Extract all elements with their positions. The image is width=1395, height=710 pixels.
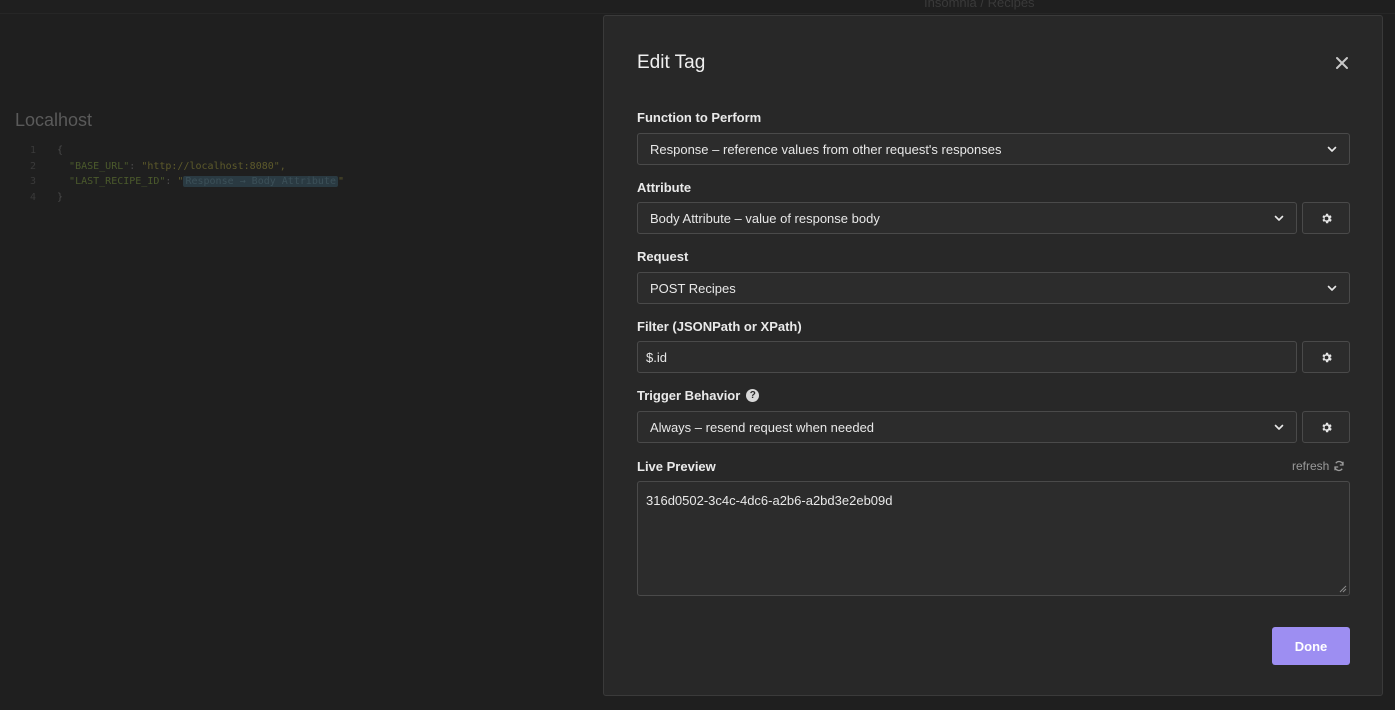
json-value: "http://localhost:8080", — [141, 160, 286, 172]
function-label-text: Function to Perform — [637, 110, 762, 125]
gear-icon — [1321, 352, 1332, 362]
editor-line: 4 } — [30, 190, 344, 206]
edit-tag-modal: Edit Tag Function to Perform Response – … — [603, 15, 1383, 696]
code-text: } — [57, 191, 64, 203]
template-tag[interactable]: Response → Body Attribute — [183, 176, 338, 187]
request-select-value: POST Recipes — [650, 280, 736, 296]
preview-value: 316d0502-3c4c-4dc6-a2b6-a2bd3e2eb09d — [646, 493, 893, 508]
attribute-select-value: Body Attribute – value of response body — [650, 210, 880, 226]
preview-label-text: Live Preview — [637, 459, 716, 474]
line-number: 4 — [30, 191, 37, 203]
editor-line: 3 "LAST_RECIPE_ID": " Response → Body Att… — [30, 174, 344, 190]
editor-line: 1 { — [30, 143, 344, 159]
chevron-down-icon — [1327, 285, 1337, 291]
filter-label: Filter (JSONPath or XPath) — [637, 319, 802, 334]
attribute-label-text: Attribute — [637, 180, 692, 195]
json-key: "LAST_RECIPE_ID" — [69, 176, 166, 187]
editor-line: 2 "BASE_URL": "http://localhost:8080", — [30, 159, 344, 175]
chevron-down-icon — [1274, 215, 1284, 221]
trigger-behavior-label: Trigger Behavior ? — [637, 388, 760, 403]
filter-settings-button[interactable] — [1302, 341, 1350, 373]
line-number: 1 — [30, 145, 37, 156]
refresh-label: refresh — [1292, 459, 1330, 473]
environment-title: Localhost — [15, 110, 93, 130]
gear-icon — [1321, 422, 1332, 432]
attribute-label: Attribute — [637, 180, 691, 195]
close-button[interactable] — [1331, 52, 1353, 74]
environment-json-editor[interactable]: 1 { 2 "BASE_URL": "http://localhost:8080… — [30, 143, 344, 205]
trigger-label-text: Trigger Behavior — [637, 388, 741, 403]
gear-icon — [1321, 213, 1332, 223]
help-icon[interactable]: ? — [746, 389, 760, 402]
attribute-settings-button[interactable] — [1302, 202, 1350, 234]
resize-grip-icon[interactable] — [1339, 585, 1347, 593]
function-select-value: Response – reference values from other r… — [650, 141, 1002, 157]
top-bar — [0, 0, 1395, 14]
breadcrumb: Insomnia / Recipes — [924, 0, 1035, 10]
modal-title: Edit Tag — [637, 52, 706, 73]
json-key: "BASE_URL" — [69, 160, 130, 172]
close-icon — [1336, 57, 1348, 69]
request-select[interactable]: POST Recipes — [637, 272, 1350, 304]
request-label: Request — [637, 249, 688, 264]
live-preview-textarea[interactable]: 316d0502-3c4c-4dc6-a2b6-a2bd3e2eb09d — [637, 481, 1350, 596]
chevron-down-icon — [1327, 146, 1337, 152]
attribute-select[interactable]: Body Attribute – value of response body — [637, 202, 1297, 234]
live-preview-label: Live Preview — [637, 459, 716, 474]
request-label-text: Request — [637, 249, 689, 264]
filter-input[interactable]: $.id — [637, 341, 1297, 373]
code-text: { — [57, 145, 64, 156]
refresh-icon — [1334, 460, 1345, 472]
chevron-down-icon — [1274, 424, 1284, 430]
line-number: 3 — [30, 176, 37, 187]
line-number: 2 — [30, 160, 37, 172]
done-button[interactable]: Done — [1272, 627, 1350, 665]
trigger-select-value: Always – resend request when needed — [650, 419, 875, 435]
function-select[interactable]: Response – reference values from other r… — [637, 133, 1350, 165]
trigger-behavior-select[interactable]: Always – resend request when needed — [637, 411, 1297, 443]
refresh-button[interactable]: refresh — [1292, 459, 1345, 473]
filter-label-text: Filter (JSONPath or XPath) — [637, 319, 802, 334]
trigger-settings-button[interactable] — [1302, 411, 1350, 443]
function-label: Function to Perform — [637, 110, 761, 125]
filter-input-value: $.id — [646, 349, 667, 365]
